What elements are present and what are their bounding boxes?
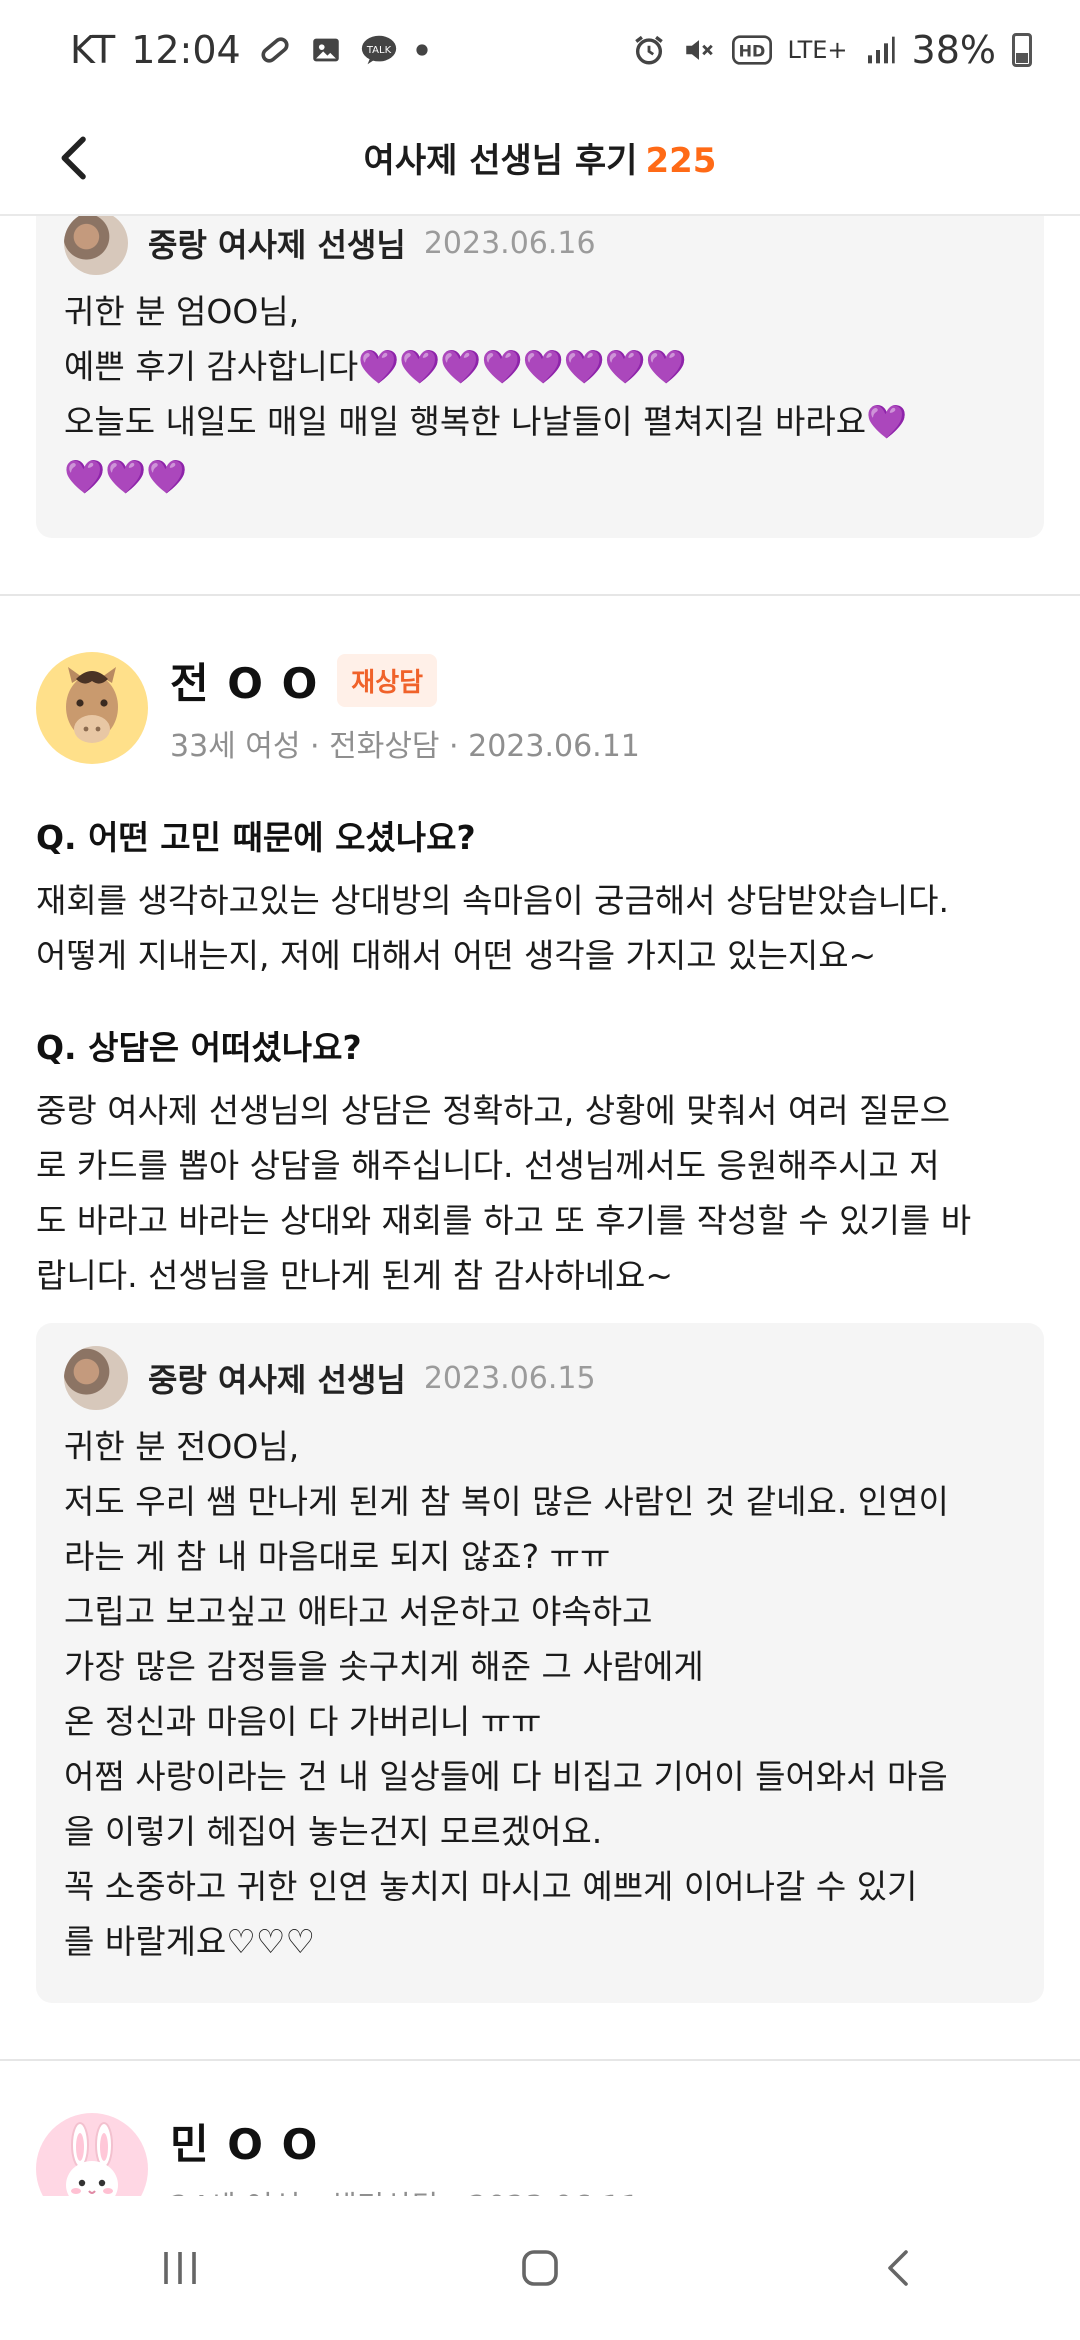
reply-header: 중랑 여사제 선생님 2023.06.15 — [64, 1345, 1016, 1411]
reply-line: 귀한 분 전OO님, — [64, 1427, 300, 1466]
reply-line: 그립고 보고싶고 애타고 서운하고 야속하고 — [64, 1592, 653, 1631]
review-subinfo: 24세 여성 · 채팅상담 · 2023.06.11 — [170, 2182, 640, 2196]
mute-icon — [682, 33, 716, 67]
page-title-text: 여사제 선생님 후기 — [363, 140, 638, 181]
reply-line: 오늘도 내일도 매일 매일 행복한 나날들이 펼쳐지길 바라요💜 — [64, 402, 908, 441]
reply-line: 💜💜💜 — [64, 457, 188, 496]
alarm-icon — [632, 33, 666, 67]
talk-icon: TALK — [359, 32, 399, 68]
review-count: 225 — [645, 140, 717, 181]
system-back-button[interactable] — [840, 2218, 960, 2318]
question-heading: Q. 상담은 어떠셨나요? — [36, 1028, 362, 1067]
counselor-reply: 중랑 여사제 선생님 2023.06.16 귀한 분 엄OO님, 예쁜 후기 감… — [36, 216, 1044, 538]
review-name-line: 전 O O 재상담 — [170, 650, 640, 711]
page-title: 여사제 선생님 후기 225 — [364, 133, 717, 182]
reply-line: 저도 우리 쌤 만나게 된게 참 복이 많은 사람인 것 같네요. 인연이 — [64, 1482, 949, 1521]
dot-icon — [415, 43, 429, 57]
recents-button[interactable] — [120, 2218, 240, 2318]
clock-label: 12:04 — [131, 28, 241, 72]
status-left: KT 12:04 TALK — [70, 28, 429, 72]
question-heading: Q. 어떤 고민 때문에 오셨나요? — [36, 818, 476, 857]
reply-line: 라는 게 참 내 마음대로 되지 않죠? ㅠㅠ — [64, 1537, 611, 1576]
link-icon — [257, 32, 293, 68]
reply-line: 어쩜 사랑이라는 건 내 일상들에 다 비집고 기어이 들어와서 마음 — [64, 1757, 948, 1796]
answer-line: 어떻게 지내는지, 저에 대해서 어떤 생각을 가지고 있는지요~ — [36, 936, 877, 975]
svg-text:TALK: TALK — [366, 45, 392, 56]
counselor-avatar — [64, 216, 128, 275]
network-label: LTE+ — [787, 36, 848, 64]
chevron-left-icon — [61, 136, 86, 180]
bunny-avatar-icon — [36, 2112, 148, 2196]
gallery-icon — [309, 33, 343, 67]
battery-icon — [1012, 33, 1032, 67]
reviewer-name: 민 O O — [170, 2120, 320, 2169]
review-item: 전 O O 재상담 33세 여성 · 전화상담 · 2023.06.11 Q. … — [0, 596, 1080, 1303]
horse-avatar-icon — [36, 651, 148, 764]
review-item: 민 O O 24세 여성 · 채팅상담 · 2023.06.11 — [0, 2061, 1080, 2196]
reply-date: 2023.06.15 — [423, 1360, 596, 1396]
counselor-reply: 중랑 여사제 선생님 2023.06.15 귀한 분 전OO님, 저도 우리 쌤… — [36, 1323, 1044, 2003]
back-button[interactable] — [48, 130, 104, 186]
reply-header: 중랑 여사제 선생님 2023.06.16 — [64, 216, 1016, 276]
recents-icon — [164, 2252, 196, 2284]
review-header: 전 O O 재상담 33세 여성 · 전화상담 · 2023.06.11 — [36, 650, 1044, 765]
answer-text: 중랑 여사제 선생님의 상담은 정확하고, 상황에 맞춰서 여러 질문으 로 카… — [36, 1083, 1044, 1303]
status-badge: 재상담 — [337, 654, 438, 707]
app-header: 여사제 선생님 후기 225 — [0, 100, 1080, 216]
signal-icon — [864, 34, 896, 66]
reply-line: 를 바랄게요♡♡♡ — [64, 1922, 316, 1961]
answer-line: 도 바라고 바라는 상대와 재회를 하고 또 후기를 작성할 수 있기를 바 — [36, 1201, 972, 1240]
reply-line: 을 이렇기 헤집어 놓는건지 모르겠어요. — [64, 1812, 603, 1851]
status-bar: KT 12:04 TALK HD LTE+ 38% — [0, 0, 1080, 100]
reply-line: 예쁜 후기 감사합니다💜💜💜💜💜💜💜💜 — [64, 347, 687, 386]
answer-line: 랍니다. 선생님을 만나게 된게 참 감사하네요~ — [36, 1256, 674, 1295]
reply-author: 중랑 여사제 선생님 — [148, 1361, 406, 1399]
review-header: 민 O O 24세 여성 · 채팅상담 · 2023.06.11 — [36, 2111, 1044, 2196]
counselor-avatar — [64, 1346, 128, 1410]
reply-line: 온 정신과 마음이 다 가버리니 ㅠㅠ — [64, 1702, 542, 1741]
reply-body: 귀한 분 엄OO님, 예쁜 후기 감사합니다💜💜💜💜💜💜💜💜 오늘도 내일도 매… — [64, 284, 1016, 504]
review-name-line: 민 O O — [170, 2111, 640, 2172]
hd-icon: HD — [731, 35, 772, 65]
review-subinfo: 33세 여성 · 전화상담 · 2023.06.11 — [170, 729, 640, 764]
reply-date: 2023.06.16 — [423, 225, 596, 261]
home-button[interactable] — [480, 2218, 600, 2318]
battery-label: 38% — [911, 28, 996, 72]
reply-line: 가장 많은 감정들을 솟구치게 해준 그 사람에게 — [64, 1647, 704, 1686]
answer-text: 재회를 생각하고있는 상대방의 속마음이 궁금해서 상담받았습니다. 어떻게 지… — [36, 873, 1044, 983]
home-icon — [522, 2250, 558, 2286]
reviewer-name: 전 O O — [170, 659, 320, 708]
carrier-label: KT — [70, 28, 116, 72]
review-list[interactable]: 중랑 여사제 선생님 2023.06.16 귀한 분 엄OO님, 예쁜 후기 감… — [0, 216, 1080, 2196]
answer-line: 재회를 생각하고있는 상대방의 속마음이 궁금해서 상담받았습니다. — [36, 881, 950, 920]
reply-body: 귀한 분 전OO님, 저도 우리 쌤 만나게 된게 참 복이 많은 사람인 것 … — [64, 1419, 1016, 1969]
status-right: HD LTE+ 38% — [632, 28, 1032, 72]
answer-line: 로 카드를 뽑아 상담을 해주십니다. 선생님께서도 응원해주시고 저 — [36, 1146, 940, 1185]
reply-line: 꼭 소중하고 귀한 인연 놓치지 마시고 예쁘게 이어나갈 수 있기 — [64, 1867, 918, 1906]
svg-text:HD: HD — [738, 42, 765, 61]
system-nav-bar — [0, 2196, 1080, 2340]
review-meta: 민 O O 24세 여성 · 채팅상담 · 2023.06.11 — [170, 2111, 640, 2196]
reply-line: 귀한 분 엄OO님, — [64, 292, 300, 331]
back-arrow-icon — [888, 2250, 908, 2286]
reply-author: 중랑 여사제 선생님 — [148, 226, 406, 264]
review-meta: 전 O O 재상담 33세 여성 · 전화상담 · 2023.06.11 — [170, 650, 640, 765]
answer-line: 중랑 여사제 선생님의 상담은 정확하고, 상황에 맞춰서 여러 질문으 — [36, 1091, 951, 1130]
